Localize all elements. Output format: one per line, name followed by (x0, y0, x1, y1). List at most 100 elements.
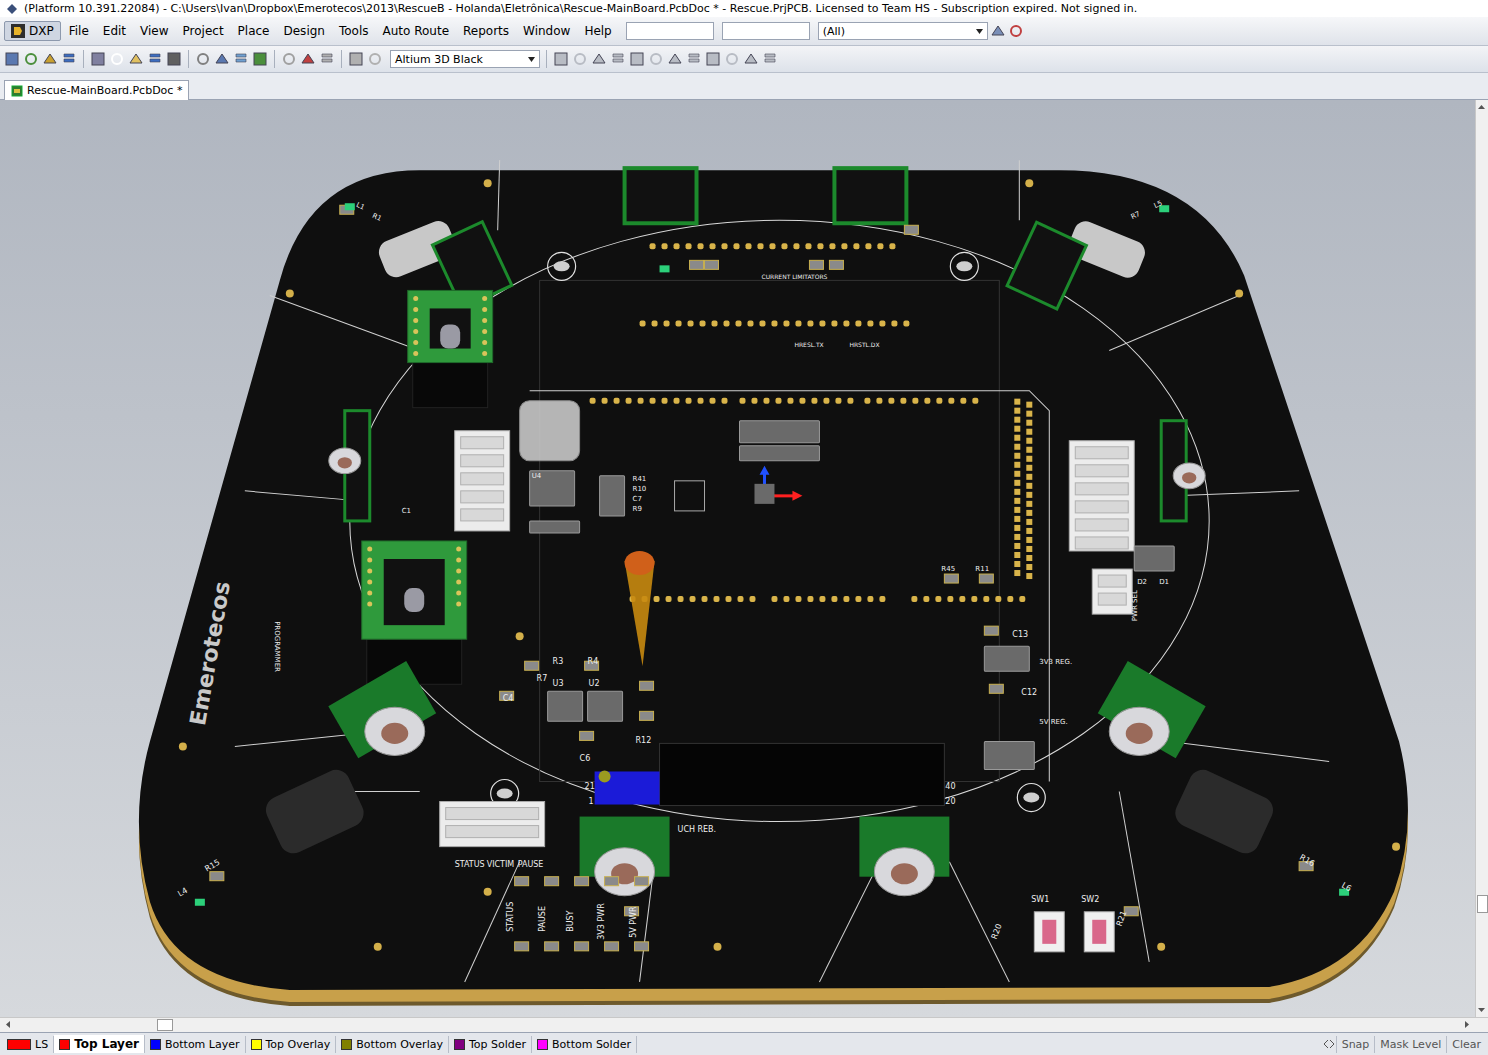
silkscreen-label: R7 (537, 674, 548, 683)
silkscreen-label: R10 (633, 485, 647, 493)
filter-apply-icon[interactable] (990, 23, 1006, 39)
pcb-3d-view[interactable]: EmerotecosSTATUSVICTIMPAUSESTATUSPAUSEBU… (0, 100, 1475, 1017)
tool-icon[interactable] (281, 51, 297, 67)
tool-icon[interactable] (705, 51, 721, 67)
tool-icon[interactable] (319, 51, 335, 67)
combo-box[interactable] (626, 22, 714, 40)
silkscreen-label: D2 (1137, 578, 1147, 586)
silkscreen-label: L4 (176, 886, 189, 899)
silkscreen-label: R9 (633, 505, 642, 513)
silkscreen-label: CURRENT LIMITATORS (761, 273, 827, 280)
filter-clear-icon[interactable] (1008, 23, 1024, 39)
tool-icon[interactable] (233, 51, 249, 67)
silkscreen-label: PWR SEL (1131, 590, 1139, 621)
scroll-thumb[interactable] (1477, 895, 1488, 913)
tool-icon[interactable] (553, 51, 569, 67)
layer-tab[interactable]: LS (2, 1036, 54, 1053)
menu-item[interactable]: DXP (4, 21, 61, 41)
workspace: EmerotecosSTATUSVICTIMPAUSESTATUSPAUSEBU… (0, 100, 1488, 1017)
silkscreen-label: R3 (553, 657, 564, 666)
separator (546, 50, 547, 68)
pcb-doc-icon (11, 85, 23, 97)
layer-tab[interactable]: Top Layer (54, 1035, 145, 1053)
silkscreen-label: 21 (585, 782, 595, 791)
tool-icon[interactable] (591, 51, 607, 67)
tool-icon[interactable] (686, 51, 702, 67)
view-config-combo[interactable]: Altium 3D Black (390, 50, 540, 68)
silkscreen-label: STATUS (455, 860, 485, 869)
silkscreen-label: SW2 (1081, 895, 1099, 904)
silkscreen-label: PAUSE (538, 906, 547, 932)
tool-icon[interactable] (648, 51, 664, 67)
layer-tab[interactable]: Bottom Solder (532, 1036, 637, 1053)
horizontal-scrollbar[interactable] (0, 1017, 1488, 1032)
layer-tab-bar: LSTop LayerBottom LayerTop OverlayBottom… (0, 1032, 1488, 1055)
tool-icon[interactable] (667, 51, 683, 67)
menu-item[interactable]: Place (232, 22, 276, 40)
silkscreen-label: 1 (589, 797, 594, 806)
tool-icon[interactable] (23, 51, 39, 67)
vertical-scrollbar[interactable] (1475, 100, 1488, 1017)
silkscreen-label: R21 (1115, 910, 1129, 928)
dxp-logo-icon (11, 24, 25, 38)
menu-item[interactable]: Edit (97, 22, 132, 40)
silkscreen-label: Emerotecos (185, 579, 235, 727)
status-button[interactable]: Clear (1446, 1036, 1486, 1053)
tool-icon[interactable] (147, 51, 163, 67)
menu-item[interactable]: File (63, 22, 95, 40)
app-icon (6, 3, 18, 15)
combo-box[interactable] (722, 22, 810, 40)
silkscreen-label: HRESL.TX (794, 341, 823, 348)
tool-icon[interactable] (252, 51, 268, 67)
silkscreen-label: L1 (355, 201, 366, 212)
layer-tab[interactable]: Top Solder (449, 1036, 532, 1053)
menu-item[interactable]: Project (177, 22, 230, 40)
tool-icon[interactable] (367, 51, 383, 67)
menu-item[interactable]: Auto Route (377, 22, 456, 40)
tool-icon[interactable] (166, 51, 182, 67)
tool-icon[interactable] (610, 51, 626, 67)
tool-icon[interactable] (61, 51, 77, 67)
menu-item[interactable]: Design (278, 22, 331, 40)
layer-tab[interactable]: Bottom Layer (145, 1036, 246, 1053)
silkscreen-label: HRSTL.DX (849, 341, 879, 348)
layer-color-swatch (7, 1039, 31, 1050)
tool-icon[interactable] (743, 51, 759, 67)
menu-item[interactable]: View (134, 22, 174, 40)
layer-tab[interactable]: Bottom Overlay (336, 1036, 449, 1053)
menu-bar: DXPFileEditViewProjectPlaceDesignToolsAu… (0, 17, 1488, 46)
tool-icon[interactable] (724, 51, 740, 67)
tool-icon[interactable] (109, 51, 125, 67)
scroll-down-icon[interactable] (1476, 1004, 1487, 1015)
tool-icon[interactable] (762, 51, 778, 67)
silkscreen-label: VICTIM (487, 860, 515, 869)
filter-combo[interactable]: (All) (818, 22, 988, 40)
tool-icon[interactable] (348, 51, 364, 67)
tool-icon[interactable] (629, 51, 645, 67)
menu-item[interactable]: Tools (333, 22, 375, 40)
tool-icon[interactable] (128, 51, 144, 67)
silkscreen-label: R15 (203, 858, 221, 874)
tool-icon[interactable] (214, 51, 230, 67)
document-tab[interactable]: Rescue-MainBoard.PcbDoc * (4, 80, 189, 100)
scroll-right-icon[interactable] (1461, 1019, 1472, 1030)
tool-icon[interactable] (300, 51, 316, 67)
menu-item[interactable]: Help (578, 22, 617, 40)
layer-tab[interactable]: Top Overlay (246, 1036, 337, 1053)
silkscreen-label: 40 (945, 782, 955, 791)
tool-icon[interactable] (90, 51, 106, 67)
scroll-thumb[interactable] (157, 1019, 173, 1031)
scroll-up-icon[interactable] (1476, 102, 1487, 113)
tool-icon[interactable] (4, 51, 20, 67)
menu-item[interactable]: Reports (457, 22, 515, 40)
status-button[interactable]: Mask Level (1374, 1036, 1446, 1053)
tool-icon[interactable] (572, 51, 588, 67)
tool-icon[interactable] (42, 51, 58, 67)
menu-item[interactable]: Window (517, 22, 576, 40)
tool-icon[interactable] (195, 51, 211, 67)
dropdown-arrow-icon (976, 29, 983, 34)
scroll-left-icon[interactable] (3, 1019, 14, 1030)
separator (188, 50, 189, 68)
status-button[interactable]: Snap (1336, 1036, 1375, 1053)
separator (341, 50, 342, 68)
